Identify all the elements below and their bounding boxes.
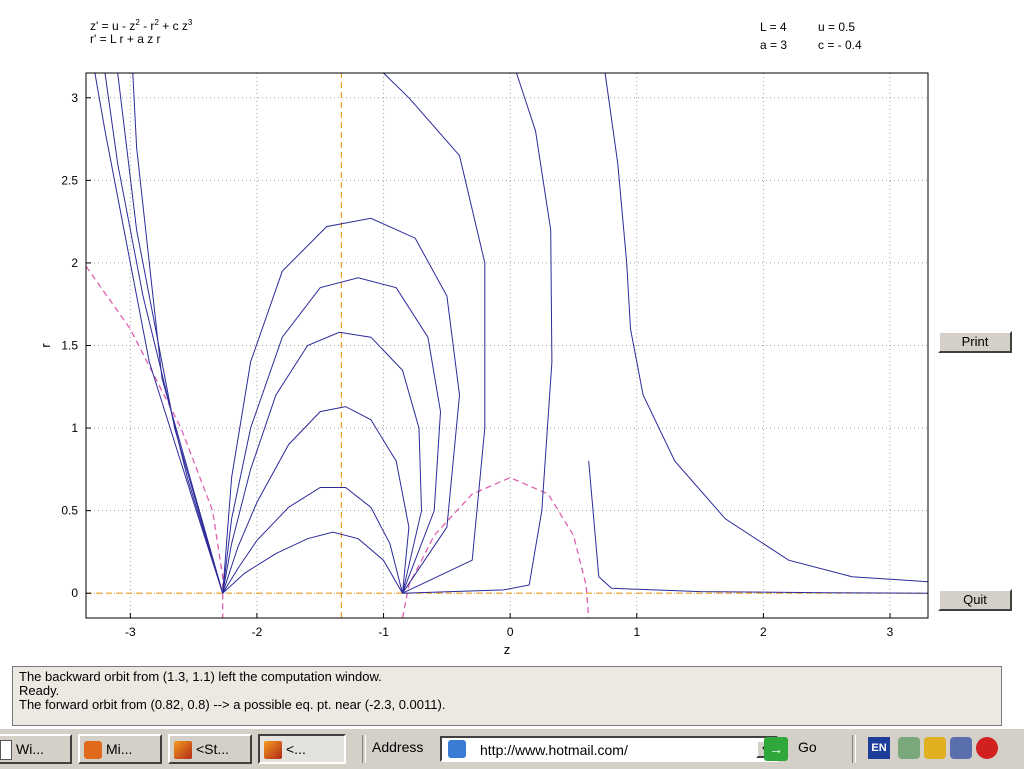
orbit-curve bbox=[117, 72, 224, 594]
print-button[interactable]: Print bbox=[938, 331, 1012, 353]
taskbar: Wi... Mi... <St... <... Address http://w… bbox=[0, 728, 1024, 769]
go-arrow-icon[interactable]: → bbox=[764, 737, 788, 761]
y-tick-label: 2.5 bbox=[61, 173, 78, 187]
go-button[interactable]: Go bbox=[798, 739, 817, 755]
x-tick-label: -3 bbox=[125, 625, 136, 639]
task-button-matlab-1[interactable]: <St... bbox=[168, 734, 252, 764]
x-tick-label: -1 bbox=[378, 625, 389, 639]
orbit-curve bbox=[132, 72, 224, 594]
matlab-icon bbox=[174, 741, 192, 760]
orbit-curve bbox=[588, 461, 929, 594]
param-u: u = 0.5 bbox=[818, 20, 856, 34]
window-icon bbox=[0, 740, 12, 761]
network-tray-icon[interactable] bbox=[898, 737, 920, 759]
x-tick-label: 2 bbox=[760, 625, 767, 639]
x-tick-label: 3 bbox=[887, 625, 894, 639]
param-a: a = 3 bbox=[760, 38, 788, 52]
y-tick-label: 0.5 bbox=[61, 504, 78, 518]
quit-button[interactable]: Quit bbox=[938, 589, 1012, 611]
task-button-windows[interactable]: Wi... bbox=[0, 734, 72, 764]
address-input[interactable]: http://www.hotmail.com/ ▼ bbox=[440, 736, 778, 762]
phase-plot[interactable]: -3 -2 -1 0 1 2 3 0 0.5 1 1.5 2 2.5 3 z r bbox=[0, 60, 930, 660]
param-L: L = 4 bbox=[760, 20, 787, 34]
orbit-curve bbox=[222, 406, 410, 594]
z-nullcline bbox=[85, 265, 224, 618]
status-line: The forward orbit from (0.82, 0.8) --> a… bbox=[19, 697, 446, 712]
orbit-curve bbox=[94, 72, 224, 594]
z-nullcline bbox=[401, 476, 590, 619]
param-c: c = - 0.4 bbox=[818, 38, 862, 52]
y-tick-label: 1 bbox=[71, 421, 78, 435]
x-tick-label: 0 bbox=[507, 625, 514, 639]
orbit-curve bbox=[222, 277, 442, 594]
address-value: http://www.hotmail.com/ bbox=[480, 742, 628, 758]
mail-app-icon bbox=[84, 741, 102, 760]
orbit-curve bbox=[604, 72, 929, 583]
y-tick-label: 3 bbox=[71, 91, 78, 105]
x-tick-label: 1 bbox=[633, 625, 640, 639]
y-tick-label: 1.5 bbox=[61, 339, 78, 353]
task-button-mail[interactable]: Mi... bbox=[78, 734, 162, 764]
ie-page-icon bbox=[448, 740, 466, 758]
y-tick-label: 2 bbox=[71, 256, 78, 270]
status-line: Ready. bbox=[19, 683, 60, 698]
status-line: The backward orbit from (1.3, 1.1) left … bbox=[19, 669, 382, 684]
orbit-curve bbox=[383, 72, 486, 594]
x-tick-label: -2 bbox=[252, 625, 263, 639]
security-tray-icon[interactable] bbox=[924, 737, 946, 759]
y-tick-label: 0 bbox=[71, 586, 78, 600]
antivirus-tray-icon[interactable] bbox=[976, 737, 998, 759]
orbit-curve bbox=[222, 331, 423, 594]
status-log: The backward orbit from (1.3, 1.1) left … bbox=[12, 666, 1002, 726]
x-axis-label: z bbox=[504, 642, 511, 657]
orbit-curve bbox=[222, 487, 403, 594]
display-tray-icon[interactable] bbox=[950, 737, 972, 759]
taskbar-separator bbox=[362, 735, 366, 763]
orbit-curve bbox=[222, 531, 403, 594]
taskbar-separator bbox=[852, 735, 856, 763]
orbit-curve bbox=[104, 72, 224, 594]
r-equation: r' = L r + a z r bbox=[90, 32, 161, 46]
address-label: Address bbox=[372, 739, 424, 755]
matlab-icon bbox=[264, 741, 282, 760]
task-button-matlab-2[interactable]: <... bbox=[258, 734, 346, 764]
language-indicator[interactable]: EN bbox=[868, 737, 890, 759]
equations-panel: z' = u - z2 - r2 + c z3 r' = L r + a z r bbox=[90, 19, 192, 46]
y-axis-label: r bbox=[38, 343, 53, 348]
